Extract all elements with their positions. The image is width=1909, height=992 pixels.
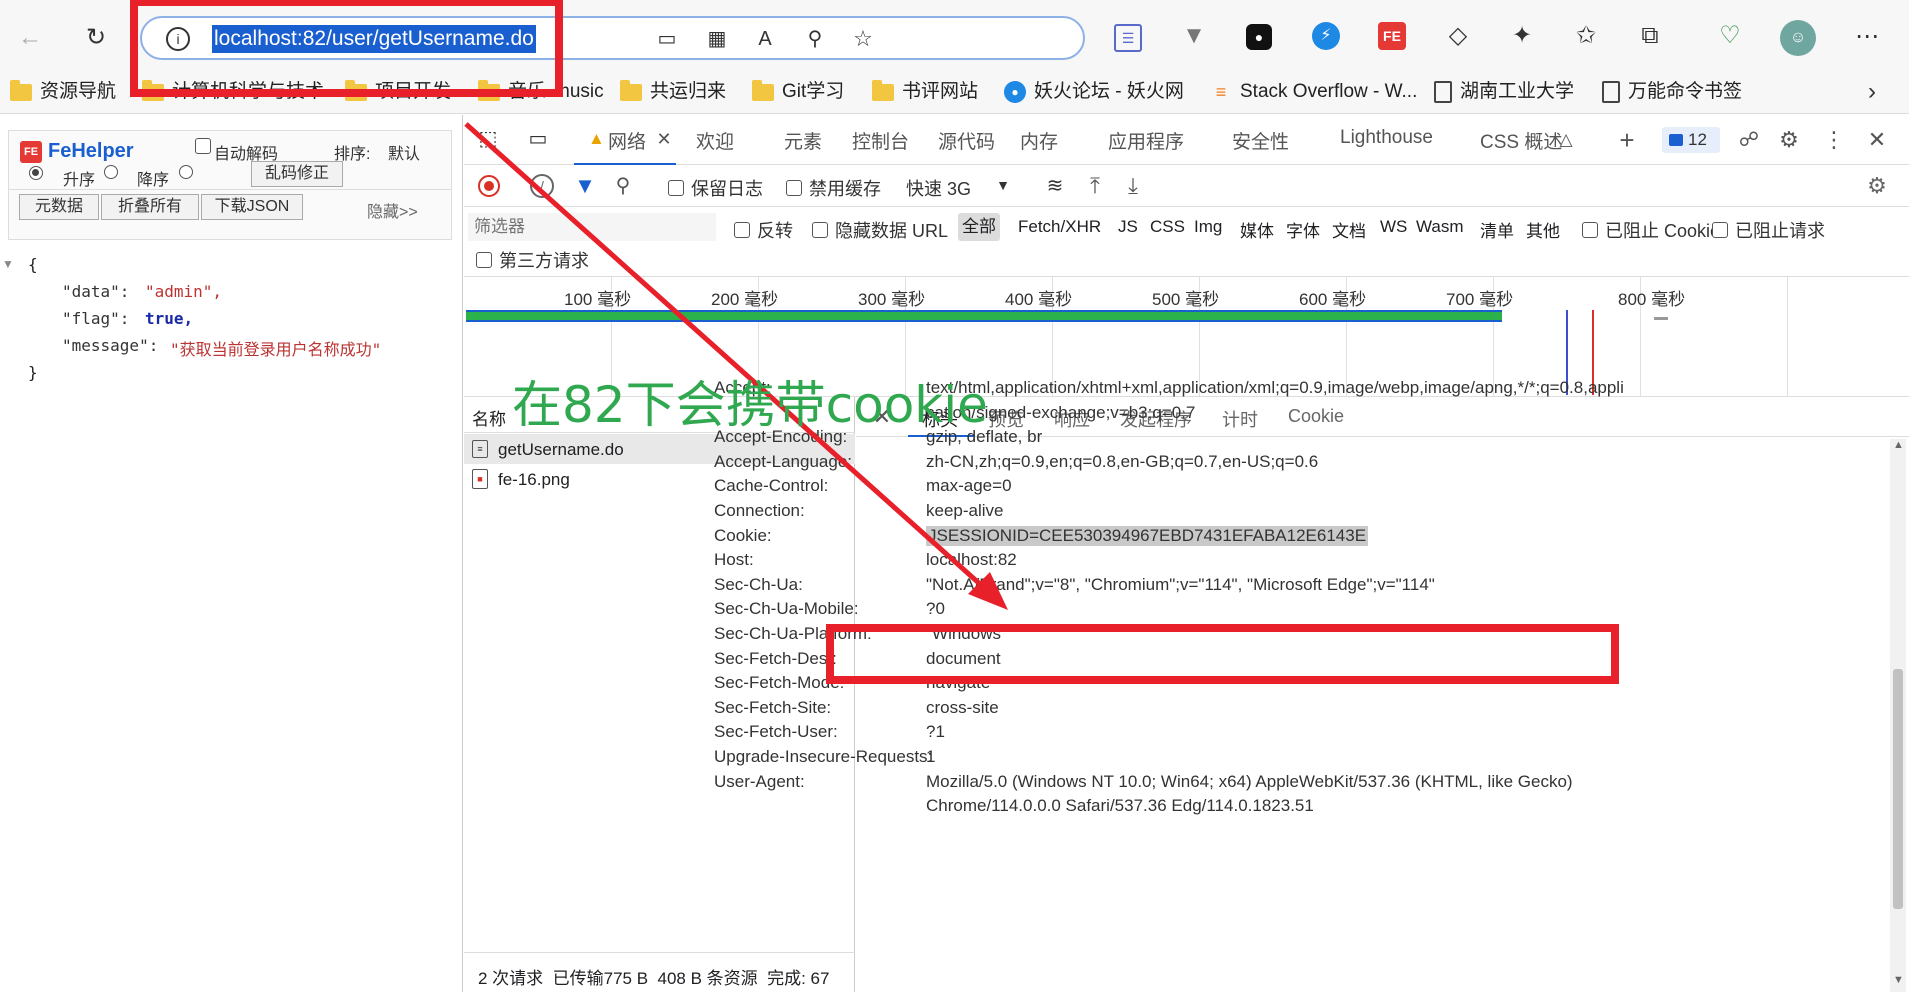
arrow-line xyxy=(464,122,1002,604)
annotation-text: 在82下会携带cookie xyxy=(512,376,988,434)
annotation-arrow xyxy=(464,122,1008,610)
